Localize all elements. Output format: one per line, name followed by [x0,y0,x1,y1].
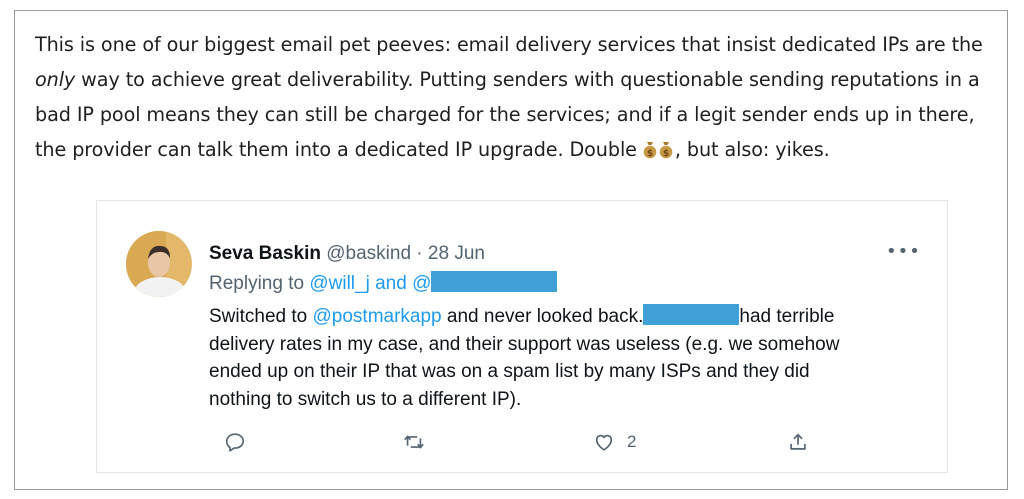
intro-line-4-b: , but also: yikes. [674,138,830,161]
share-button[interactable] [787,431,809,453]
body-text-1b: and never looked back. [441,306,644,327]
like-icon [595,434,613,451]
replying-to: Replying to @will_j and @ [209,271,558,295]
separator-dot: · [411,243,428,264]
like-button[interactable]: 2 [593,431,636,453]
like-count: 2 [627,432,637,451]
redaction-box [431,271,558,292]
retweet-button[interactable] [403,431,425,453]
author-name[interactable]: Seva Baskin [209,243,321,264]
tweet-body-line-2: delivery rates in my case, and their sup… [209,333,840,355]
svg-text:$: $ [663,149,669,159]
intro-line-4-a: the provider can talk them into a dedica… [35,138,643,161]
more-options-icon[interactable]: ••• [886,241,921,262]
tweet-actions: 2 [97,431,947,457]
tweet-body-line-1: Switched to @postmarkapp and never looke… [209,303,909,331]
avatar[interactable] [126,231,192,297]
retweet-icon [404,435,424,449]
tweet-body-line-3: ended up on their IP that was on a spam … [209,361,810,382]
tweet-header: Seva Baskin @baskind · 28 Jun [209,243,485,265]
tweet-body-line-4: nothing to switch us to a different IP). [209,388,522,410]
money-bag-icon: $ [643,142,657,159]
money-bag-icon: $ [659,142,673,159]
body-text-1c: had terrible [739,306,835,327]
share-icon [790,433,806,450]
replying-and: and [369,273,413,294]
emphasis-only: only [35,68,76,91]
intro-line-4: the provider can talk them into a dedica… [35,132,995,167]
body-text-1a: Switched to [209,306,313,327]
intro-line-2-text: way to achieve great deliverability. Put… [75,68,980,91]
post-frame: This is one of our biggest email pet pee… [14,10,1008,490]
embedded-tweet[interactable]: Seva Baskin @baskind · 28 Jun ••• Replyi… [96,200,948,473]
redaction-box [643,304,740,325]
intro-line-3: bad IP pool means they can still be char… [35,103,975,126]
intro-line-2: only way to achieve great deliverability… [35,62,995,97]
reply-user-link[interactable]: @will_j [309,273,369,294]
intro-paragraph: This is one of our biggest email pet pee… [35,27,995,167]
svg-text:$: $ [647,149,653,159]
reply-button[interactable] [224,431,246,453]
reply-user2-link[interactable]: @ [412,273,431,294]
replying-prefix: Replying to [209,273,310,294]
tweet-date[interactable]: 28 Jun [428,243,485,264]
avatar-image [126,231,192,297]
postmark-mention-link[interactable]: @postmarkapp [313,306,442,327]
intro-line-1: This is one of our biggest email pet pee… [35,33,983,56]
author-handle[interactable]: @baskind [326,243,411,264]
reply-icon [225,433,245,452]
tweet-body: Switched to @postmarkapp and never looke… [209,303,909,413]
